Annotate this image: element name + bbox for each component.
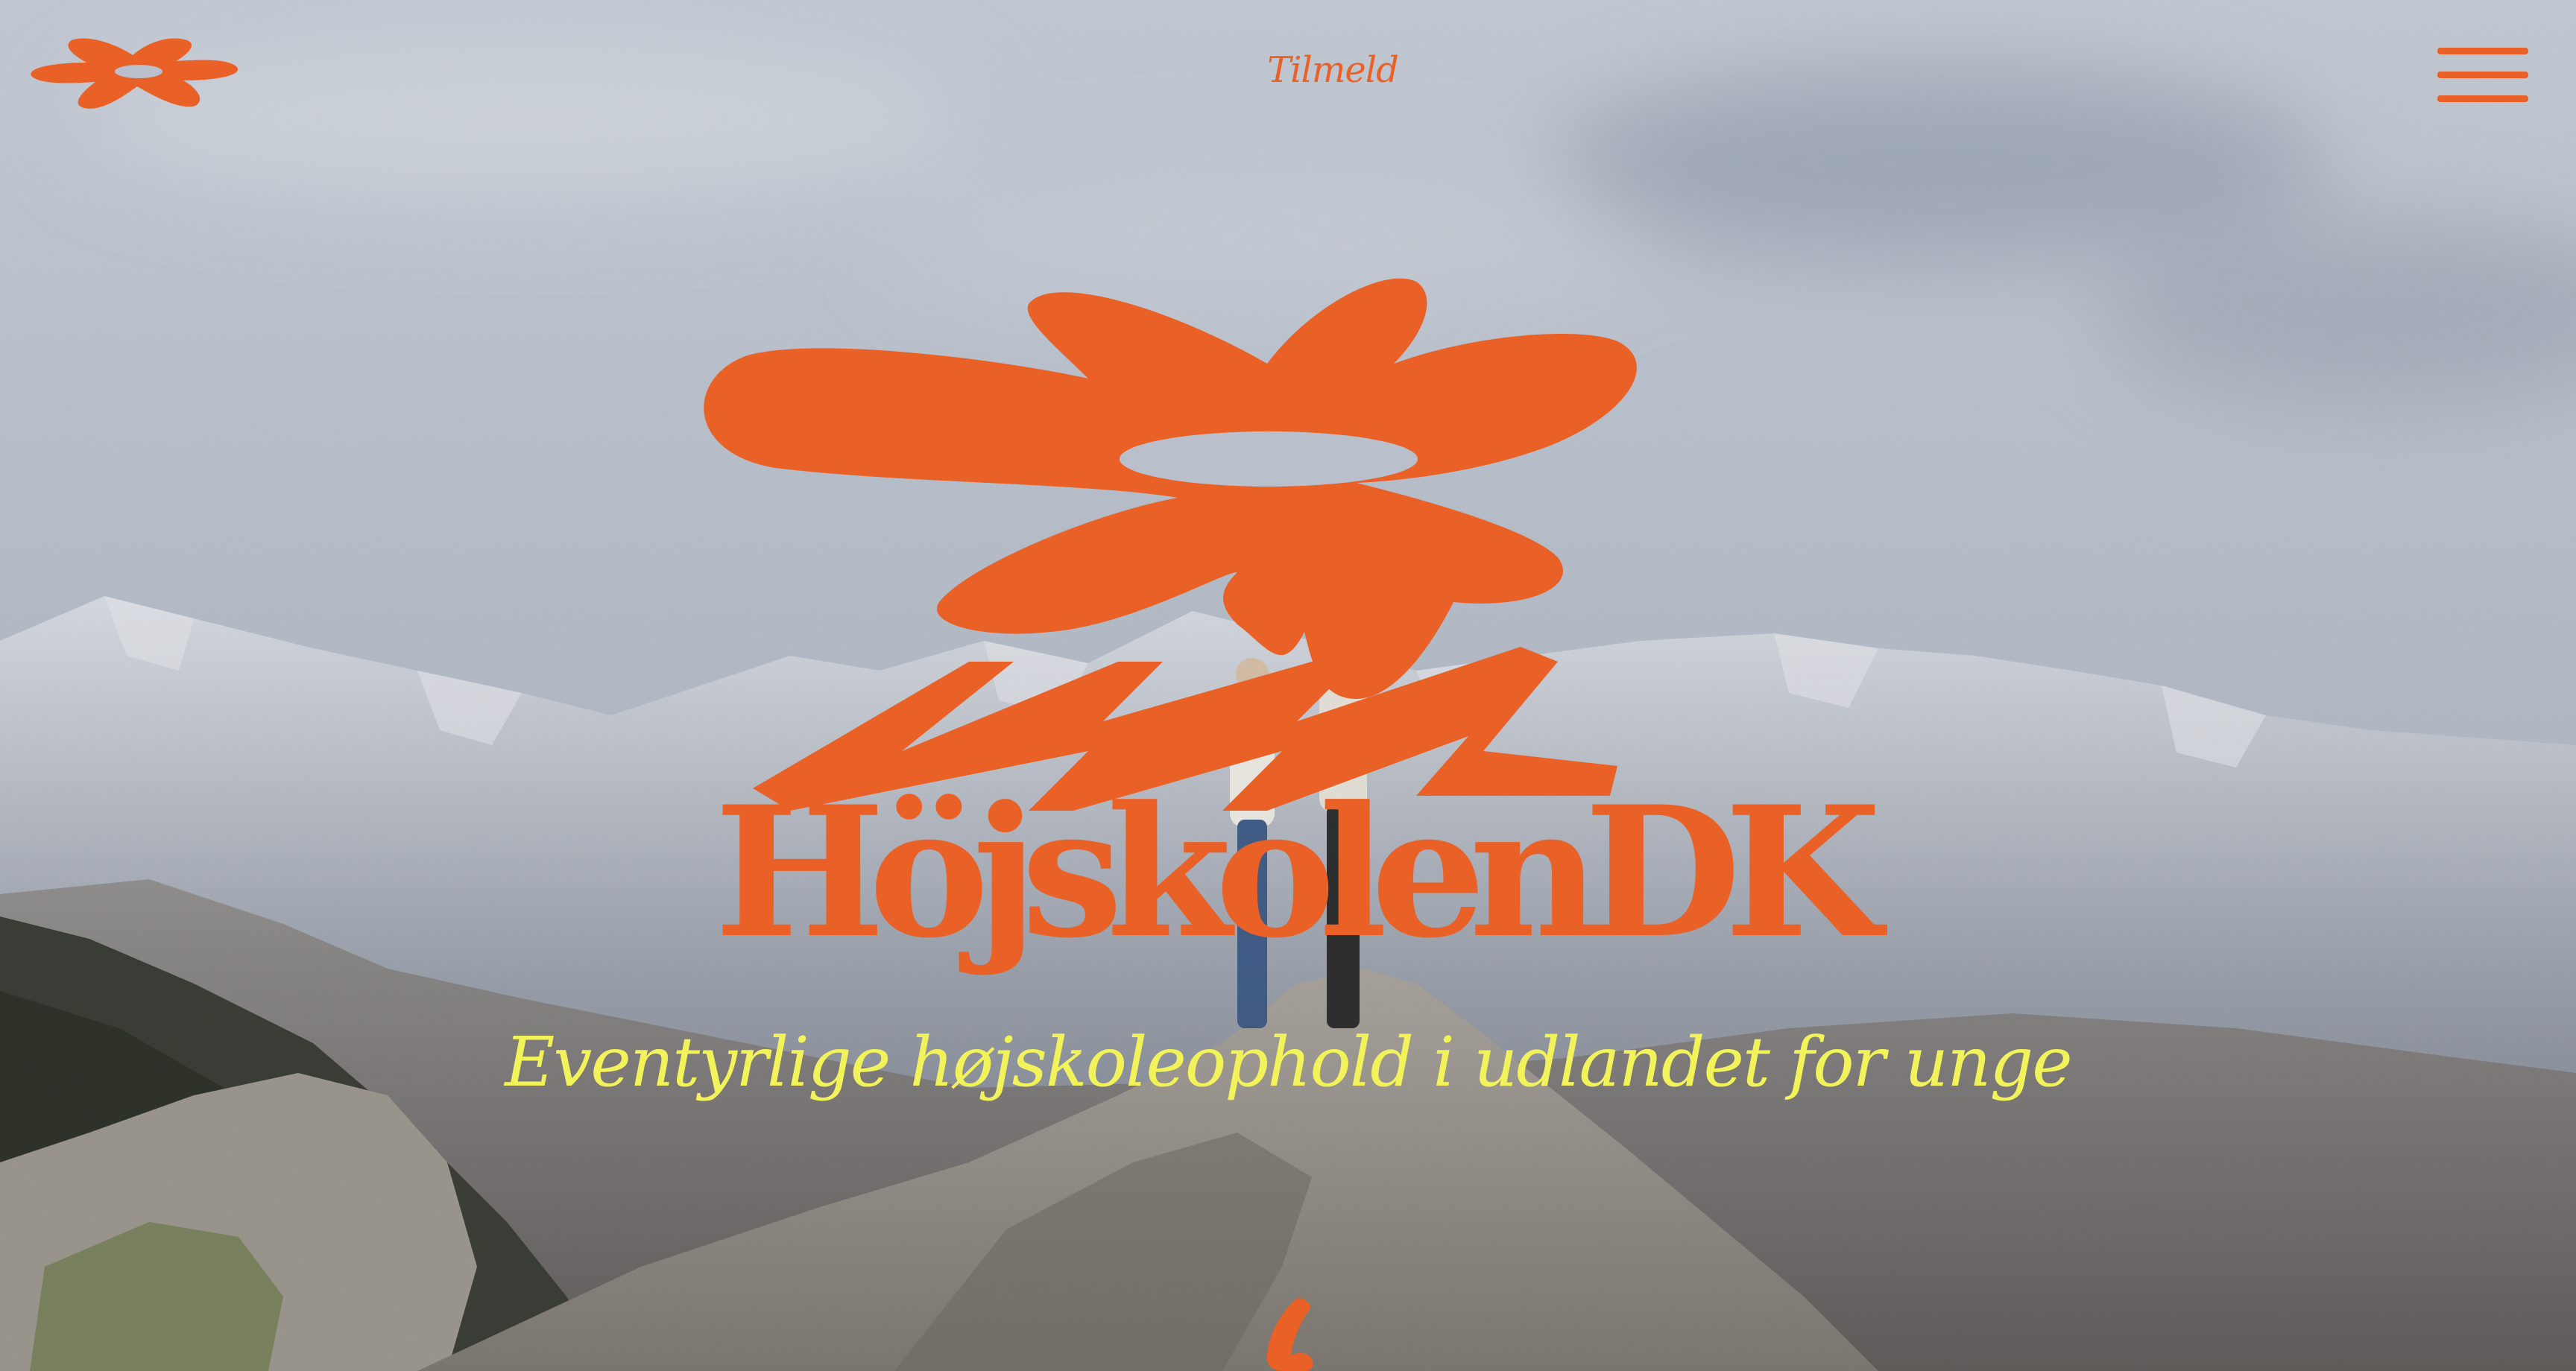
hamburger-menu-icon[interactable] — [2434, 43, 2531, 109]
flower-logo-icon[interactable] — [27, 33, 239, 113]
menu-bar-top — [2437, 48, 2528, 54]
menu-bar-middle — [2437, 72, 2528, 78]
menu-bar-bottom — [2437, 95, 2528, 102]
hero-section: Tilmeld HöjskolenDK Eventyrlige højskole… — [0, 0, 2576, 1371]
brand-wordmark: HöjskolenDK — [714, 766, 1881, 978]
hero-tagline: Eventyrlige højskoleophold i udlandet fo… — [505, 1022, 2072, 1102]
signup-link[interactable]: Tilmeld — [1258, 49, 1407, 91]
top-navigation: Tilmeld — [0, 0, 2576, 149]
scroll-down-icon[interactable] — [1252, 1296, 1327, 1371]
